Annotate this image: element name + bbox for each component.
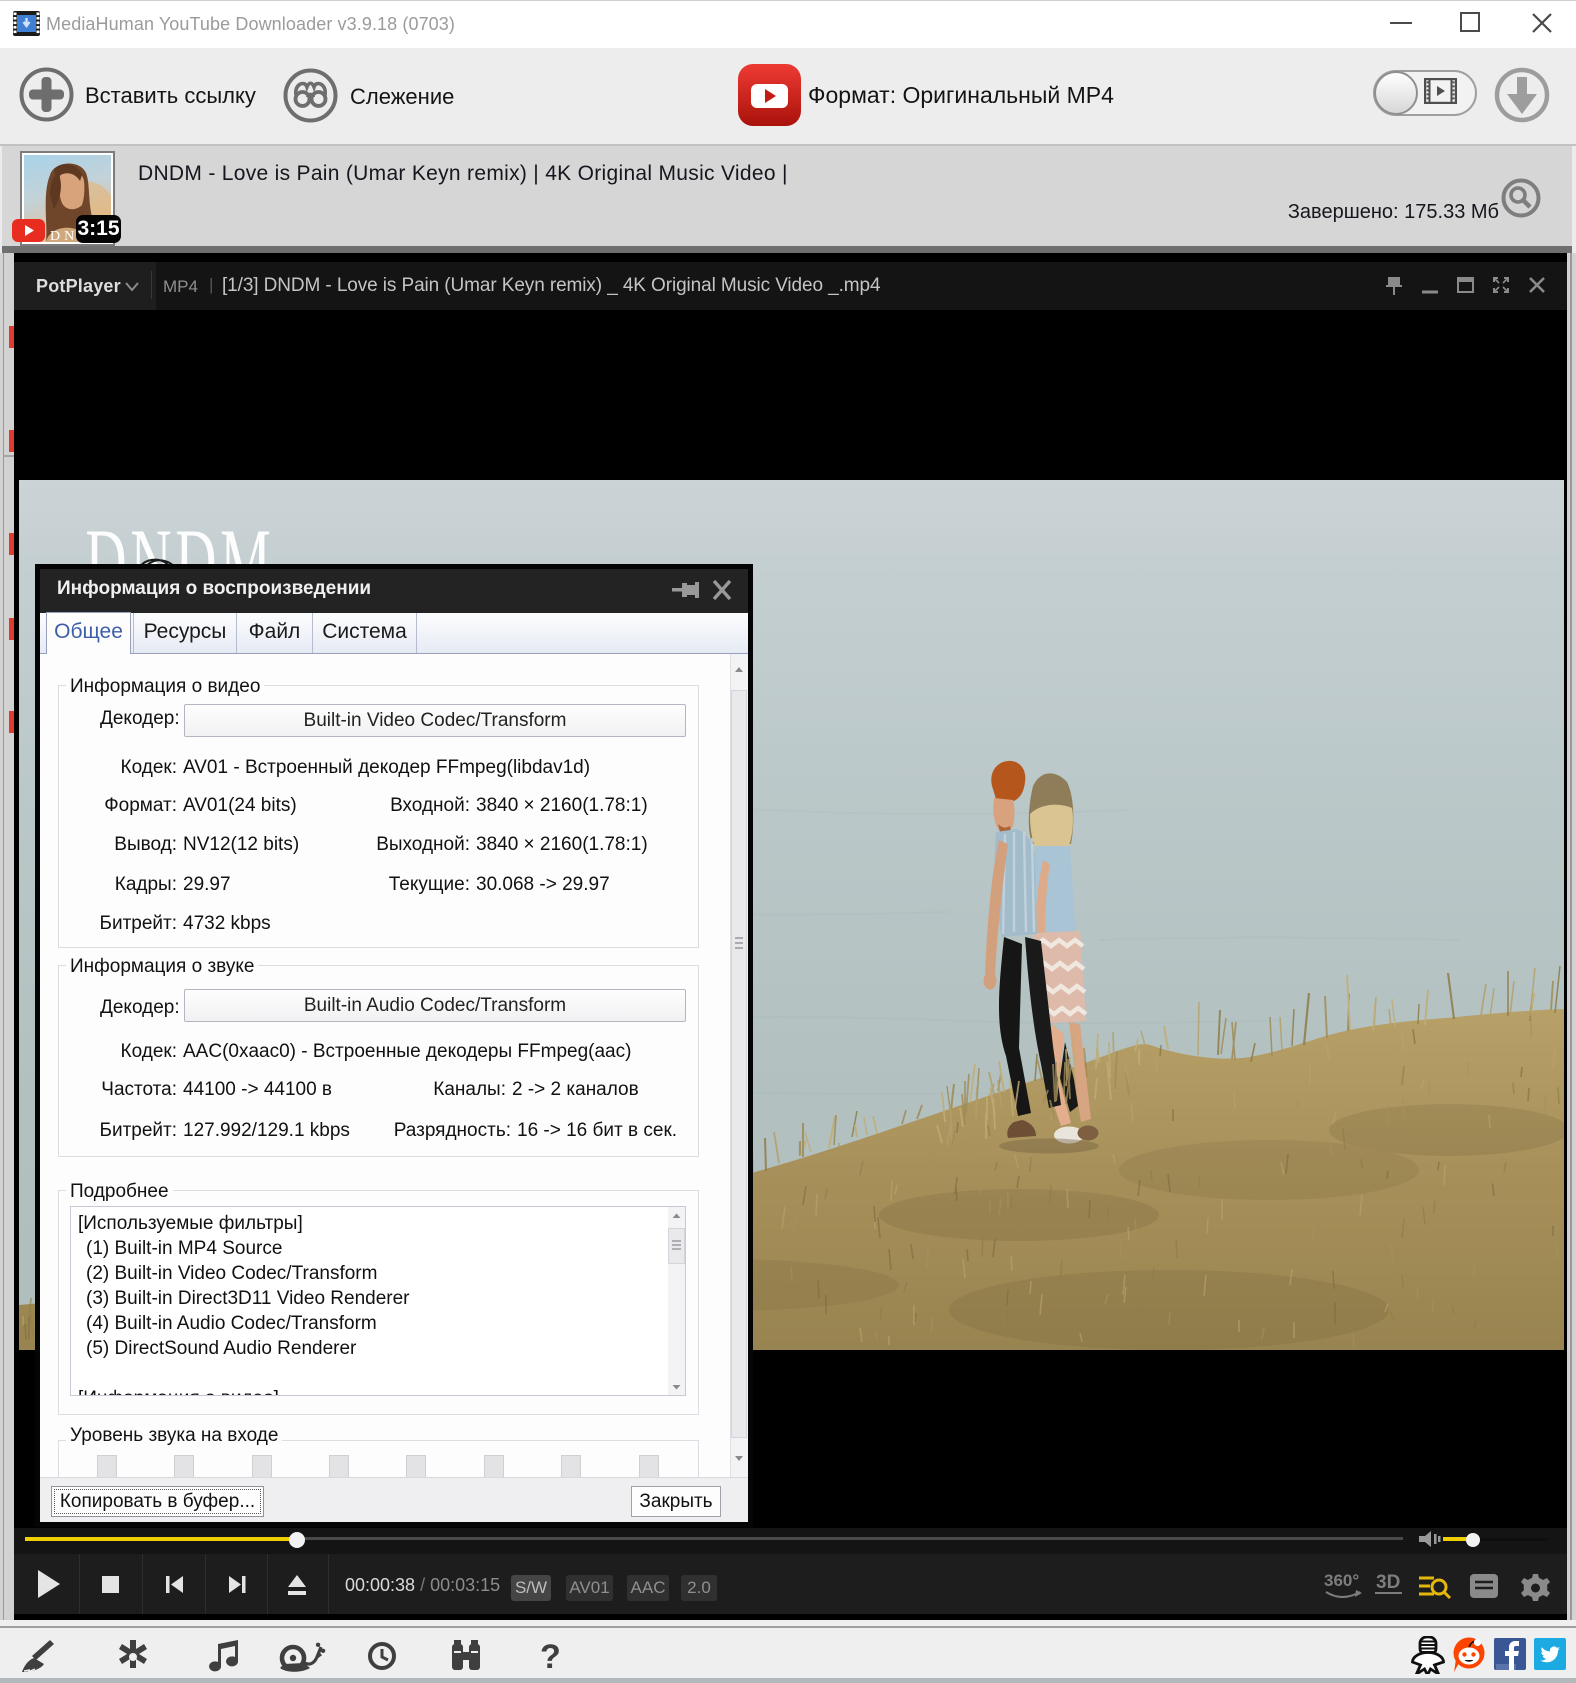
- svg-text:?: ?: [540, 1638, 561, 1674]
- svg-text:360°: 360°: [1324, 1571, 1359, 1590]
- svg-text:3D: 3D: [1376, 1572, 1400, 1593]
